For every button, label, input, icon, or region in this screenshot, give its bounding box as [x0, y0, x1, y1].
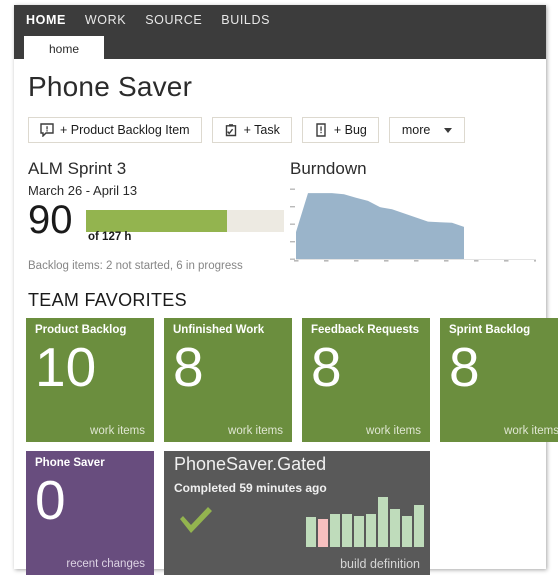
tile-count: 10 — [35, 336, 97, 398]
build-tile-footer: build definition — [340, 557, 420, 571]
clipboard-check-icon — [224, 123, 238, 137]
tile-count: 8 — [311, 336, 342, 398]
tile-build-definition[interactable]: PhoneSaver.Gated Completed 59 minutes ag… — [164, 451, 430, 575]
burndown-title: Burndown — [290, 159, 367, 178]
tile-title: Phone Saver — [35, 457, 105, 469]
tile-product-backlog[interactable]: Product Backlog 10 work items — [26, 318, 154, 442]
build-history-bar — [306, 517, 316, 547]
favorites-tile-grid: Product Backlog 10 work items Unfinished… — [26, 318, 558, 442]
backlog-status-note: Backlog items: 2 not started, 6 in progr… — [28, 260, 243, 272]
tile-feedback-requests[interactable]: Feedback Requests 8 work items — [302, 318, 430, 442]
build-history-bar — [354, 516, 364, 547]
build-history-bar — [318, 519, 328, 547]
tile-title: Product Backlog — [35, 324, 127, 336]
build-history-bars — [306, 497, 424, 547]
add-bug-button[interactable]: + Bug — [301, 117, 379, 143]
tile-count: 8 — [449, 336, 480, 398]
tile-count: 0 — [35, 469, 66, 531]
tile-sprint-backlog[interactable]: Sprint Backlog 8 work items — [440, 318, 558, 442]
sprint-summary: ALM Sprint 3 March 26 - April 13 90 of 1… — [28, 159, 286, 272]
nav-item-work[interactable]: WORK — [85, 13, 126, 27]
sprint-progress-bar — [86, 210, 284, 232]
more-actions-button[interactable]: more — [388, 117, 466, 143]
sprint-progress-fill — [86, 210, 227, 232]
more-actions-label: more — [401, 123, 431, 137]
tile-unfinished-work[interactable]: Unfinished Work 8 work items — [164, 318, 292, 442]
tile-recent-changes[interactable]: Phone Saver 0 recent changes — [26, 451, 154, 575]
build-definition-name: PhoneSaver.Gated — [174, 454, 327, 474]
sprint-dates: March 26 - April 13 — [28, 183, 138, 198]
burndown-chart — [290, 187, 539, 265]
nav-links: HOME WORK SOURCE BUILDS — [26, 13, 270, 27]
add-bug-label: + Bug — [333, 123, 367, 137]
nav-item-home[interactable]: HOME — [26, 13, 66, 27]
tile-footer: work items — [366, 425, 421, 437]
action-toolbar: + Product Backlog Item + Task + Bug more — [28, 117, 466, 143]
tile-footer: work items — [504, 425, 558, 437]
add-task-label: + Task — [243, 123, 280, 137]
page-title: Phone Saver — [28, 71, 193, 102]
build-history-bar — [390, 509, 400, 547]
sprint-hours-total: of 127 h — [88, 231, 132, 243]
build-history-bar — [414, 505, 424, 547]
favorites-tile-row-2: Phone Saver 0 recent changes PhoneSaver.… — [26, 451, 430, 575]
success-check-icon — [178, 506, 214, 541]
add-task-button[interactable]: + Task — [211, 117, 292, 143]
tile-count: 8 — [173, 336, 204, 398]
tile-footer: work items — [90, 425, 145, 437]
tile-title: Unfinished Work — [173, 324, 265, 336]
application-window: HOME WORK SOURCE BUILDS home Phone Saver — [14, 5, 558, 575]
tile-title: Sprint Backlog — [449, 324, 531, 336]
sprint-hours-completed: 90 — [28, 198, 73, 242]
chevron-down-icon — [444, 127, 453, 133]
sprint-hours-row: 90 of 127 h — [28, 198, 286, 246]
nav-item-builds[interactable]: BUILDS — [221, 13, 270, 27]
tile-footer: recent changes — [66, 558, 145, 570]
tile-title: Feedback Requests — [311, 324, 420, 336]
build-history-bar — [378, 497, 388, 547]
build-history-bar — [366, 514, 376, 547]
document-alert-icon — [314, 123, 328, 137]
add-product-backlog-item-button[interactable]: + Product Backlog Item — [28, 117, 202, 143]
build-history-bar — [330, 514, 340, 547]
page-content: Phone Saver + Product Backlog Item + Tas… — [14, 59, 558, 575]
build-status-text: Completed 59 minutes ago — [174, 481, 327, 495]
add-product-backlog-item-label: + Product Backlog Item — [60, 123, 190, 137]
team-favorites-heading: TEAM FAVORITES — [28, 290, 187, 310]
tile-footer: work items — [228, 425, 283, 437]
build-history-bar — [402, 516, 412, 547]
nav-item-source[interactable]: SOURCE — [145, 13, 202, 27]
burndown-widget[interactable]: Burndown — [290, 159, 539, 262]
speech-bubble-icon — [40, 123, 54, 137]
top-navigation-bar: HOME WORK SOURCE BUILDS home — [14, 5, 546, 62]
build-history-bar — [342, 514, 352, 547]
sprint-name: ALM Sprint 3 — [28, 159, 127, 178]
